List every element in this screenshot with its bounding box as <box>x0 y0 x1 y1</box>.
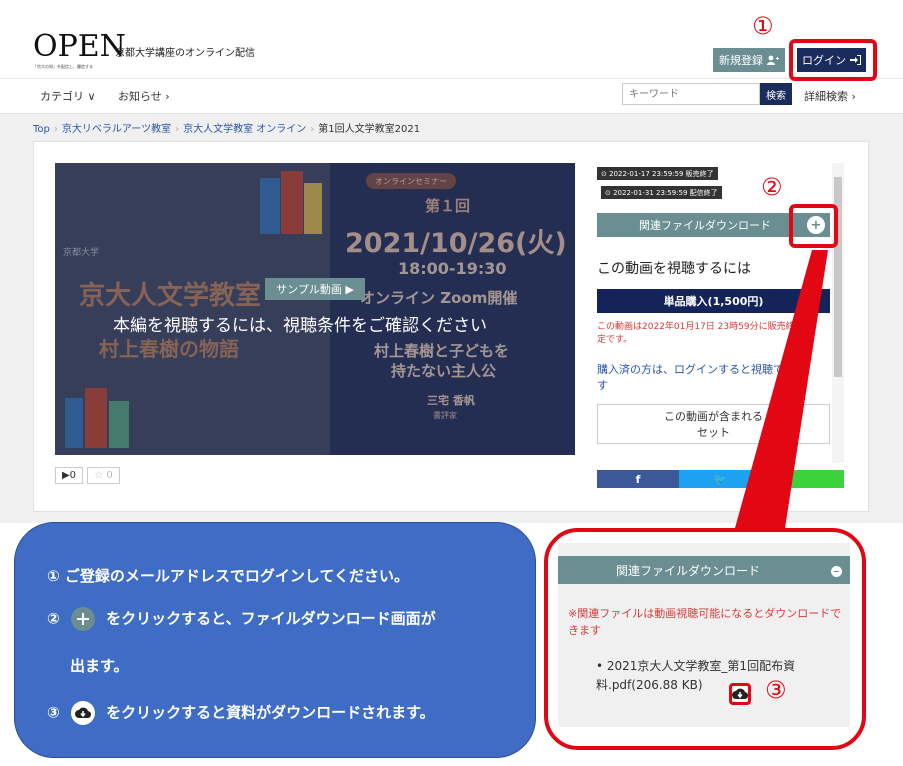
favorite-count[interactable]: ☆ 0 <box>87 467 120 484</box>
zoomed-related-files-label: 関連ファイルダウンロード <box>616 563 761 578</box>
related-files-notice: ※関連ファイルは動画視聴可能になるとダウンロードできます <box>568 607 842 637</box>
included-set-box[interactable]: この動画が含まれる セット <box>597 404 830 444</box>
buy-single-button[interactable]: 単品購入(1,500円) <box>597 289 830 313</box>
set-line1: この動画が含まれる <box>664 410 763 423</box>
instruction-step-2: ② をクリックすると、ファイルダウンロード画面が <box>47 607 436 631</box>
user-add-icon <box>767 55 779 65</box>
plus-circle-icon <box>70 607 95 631</box>
twitter-share-button[interactable]: 🐦 <box>679 470 761 488</box>
register-button[interactable]: 新規登録 <box>713 48 785 72</box>
search-button[interactable]: 検索 <box>760 83 792 105</box>
nav-news[interactable]: お知らせ › <box>118 88 170 104</box>
site-logo[interactable]: OPEN 京都大学講座のオンライン配信 「京大の知」を配信し、醸造する <box>33 29 255 70</box>
register-label: 新規登録 <box>719 54 763 67</box>
view-count: ▶0 <box>55 467 83 484</box>
instruction-callout: ① ご登録のメールアドレスでログインしてください。 ② をクリックすると、ファイ… <box>14 522 536 758</box>
line-share-button[interactable] <box>761 470 844 488</box>
annotation-number-1: ① <box>752 12 774 40</box>
login-to-watch-link[interactable]: 購入済の方は、ログインすると視聴できます <box>597 362 812 394</box>
sale-end-badge: ⊙ 2022-01-17 23:59:59 販売終了 <box>597 167 718 180</box>
annotation-login-highlight <box>789 39 877 81</box>
cloud-download-icon <box>70 701 95 725</box>
instruction-step-3: ③ をクリックすると資料がダウンロードされます。 <box>47 701 435 725</box>
sale-end-note: この動画は2022年01月17日 23時59分に販売終了予定です。 <box>597 322 813 345</box>
breadcrumb: Top › 京大リベラルアーツ教室 › 京大人文学教室 オンライン › 第1回人文学教室20… <box>33 124 421 135</box>
sample-video-button[interactable]: サンプル動画 ▶ <box>265 278 365 300</box>
main-nav: カテゴリ ∨ お知らせ › 検索 詳細検索 › <box>0 78 903 112</box>
collapse-minus-icon[interactable] <box>831 566 842 577</box>
breadcrumb-current: 第1回人文学教室2021 <box>318 124 421 135</box>
watch-heading: この動画を視聴するには <box>597 261 751 277</box>
file-download-icon[interactable] <box>729 683 751 705</box>
step-3-number: ③ <box>47 703 60 722</box>
set-line2: セット <box>697 426 730 439</box>
breadcrumb-humanities-online[interactable]: 京大人文学教室 オンライン <box>183 124 306 135</box>
annotation-number-3: ③ <box>765 676 787 704</box>
related-files-label: 関連ファイルダウンロード <box>639 219 771 232</box>
video-dim-overlay <box>55 163 575 455</box>
advanced-search-link[interactable]: 詳細検索 › <box>804 88 856 104</box>
breadcrumb-liberal-arts[interactable]: 京大リベラルアーツ教室 <box>62 124 171 135</box>
step-2-text: をクリックすると、ファイルダウンロード画面が <box>106 609 436 628</box>
facebook-share-button[interactable]: f <box>597 470 679 488</box>
instruction-step-1: ① ご登録のメールアドレスでログインしてください。 <box>47 567 410 585</box>
logo-wordmark: OPEN <box>33 29 126 64</box>
share-buttons: f 🐦 <box>597 470 844 488</box>
logo-subtitle: 京都大学講座のオンライン配信 <box>115 48 255 59</box>
breadcrumb-top[interactable]: Top <box>33 124 50 135</box>
video-player[interactable]: オンラインセミナー 第１回 2021/10/26(火) 18:00-19:30 … <box>55 163 575 455</box>
instruction-step-2-cont: 出ます。 <box>70 657 129 675</box>
logo-tagline: 「京大の知」を配信し、醸造する <box>33 64 93 69</box>
zoomed-related-files-header[interactable]: 関連ファイルダウンロード <box>558 556 850 584</box>
download-file-item[interactable]: • 2021京大人文学教室_第1回配布資料.pdf(206.88 KB) <box>596 657 841 695</box>
video-condition-message: 本編を視聴するには、視聴条件をご確認ください <box>113 316 487 336</box>
step-2-number: ② <box>47 609 60 628</box>
search-input[interactable] <box>622 83 760 105</box>
annotation-number-2: ② <box>761 173 783 201</box>
annotation-plus-highlight <box>789 204 838 248</box>
step-3-text: をクリックすると資料がダウンロードされます。 <box>106 703 435 722</box>
nav-category[interactable]: カテゴリ ∨ <box>40 88 96 104</box>
delivery-end-badge: ⊙ 2022-01-31 23:59:59 配信終了 <box>601 186 722 199</box>
